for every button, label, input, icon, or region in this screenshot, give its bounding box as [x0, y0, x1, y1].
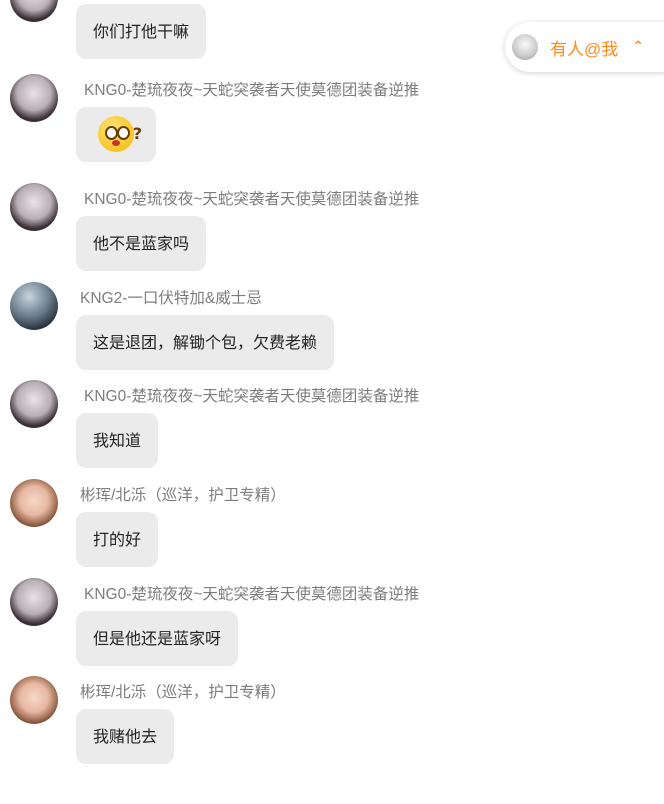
message-bubble: 我知道 — [76, 413, 159, 468]
message-bubble: 这是退团，解锄个包，欠费老赖 — [76, 315, 335, 370]
message-bubble: ? — [76, 107, 156, 162]
confused-face-emoji-icon: ? — [98, 115, 142, 152]
sender-name[interactable]: 彬珲/北泺（巡洋，护卫专精） — [80, 680, 286, 702]
mention-label: 有人@我 — [550, 39, 619, 59]
sender-avatar[interactable] — [10, 578, 58, 626]
chat-message-list: 你们打他干嘛 KNG0-楚琉夜夜~天蛇突袭者天使莫德团装备逆推 ? KNG0-楚… — [0, 0, 664, 804]
sender-name[interactable]: 彬珲/北泺（巡洋，护卫专精） — [80, 483, 286, 505]
sender-avatar[interactable] — [10, 0, 58, 22]
message-bubble: 但是他还是蓝家呀 — [76, 611, 239, 666]
mention-avatar — [512, 34, 538, 60]
mention-notification-button[interactable]: 有人@我 ⌃ — [505, 22, 664, 72]
chevron-up-icon: ⌃ — [632, 39, 644, 55]
sender-avatar[interactable] — [10, 74, 58, 122]
sender-name[interactable]: KNG0-楚琉夜夜~天蛇突袭者天使莫德团装备逆推 — [84, 187, 419, 209]
message-bubble: 我赌他去 — [76, 709, 175, 764]
sender-avatar[interactable] — [10, 380, 58, 428]
sender-name[interactable]: KNG0-楚琉夜夜~天蛇突袭者天使莫德团装备逆推 — [84, 78, 419, 100]
message-bubble: 你们打他干嘛 — [76, 4, 207, 59]
message-bubble: 打的好 — [76, 512, 159, 567]
sender-avatar[interactable] — [10, 183, 58, 231]
message-bubble: 他不是蓝家吗 — [76, 216, 207, 271]
sender-avatar[interactable] — [10, 676, 58, 724]
sender-name[interactable]: KNG0-楚琉夜夜~天蛇突袭者天使莫德团装备逆推 — [84, 384, 419, 406]
sender-name[interactable]: KNG0-楚琉夜夜~天蛇突袭者天使莫德团装备逆推 — [84, 582, 419, 604]
sender-name[interactable]: KNG2-一口伏特加&威士忌 — [80, 286, 262, 308]
sender-avatar[interactable] — [10, 479, 58, 527]
sender-avatar[interactable] — [10, 282, 58, 330]
